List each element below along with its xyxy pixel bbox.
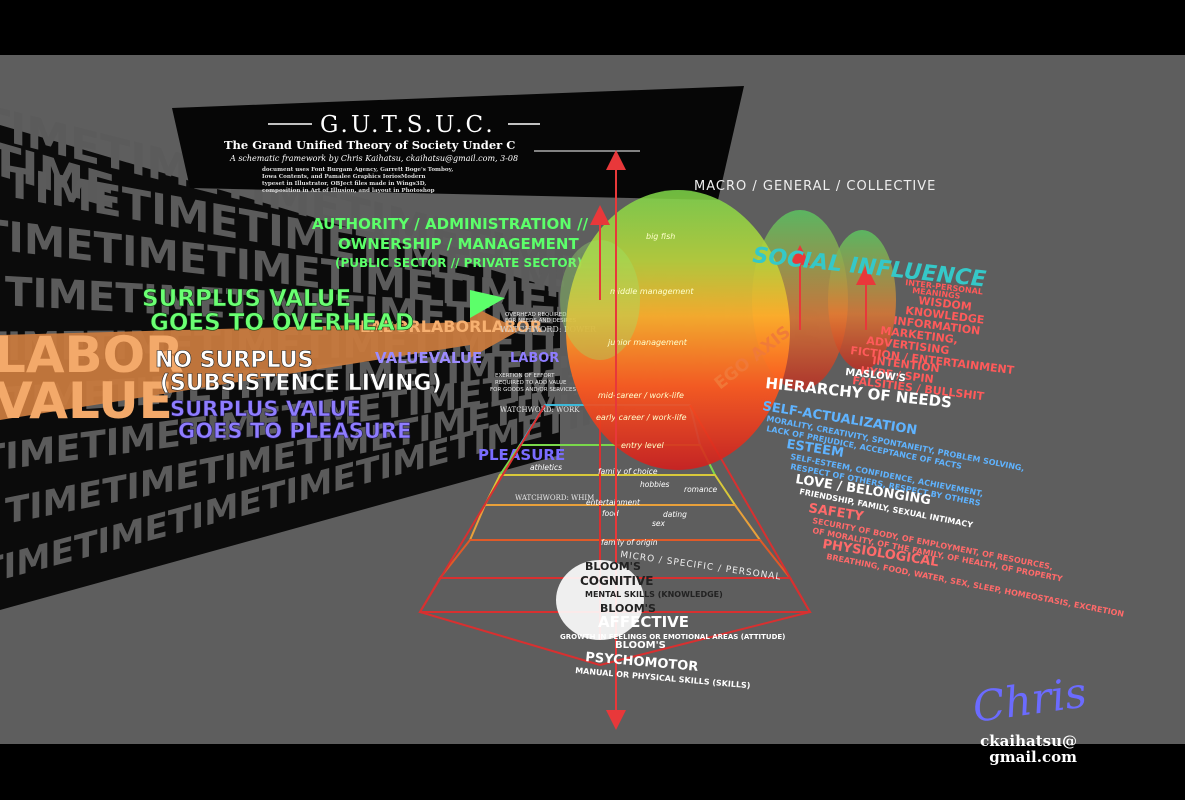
egg-level-mid-career: mid-career / work-life	[598, 391, 684, 400]
surplus-overhead-line2: GOES TO OVERHEAD	[150, 310, 414, 336]
letterbox-top	[0, 0, 1185, 55]
pyramid-word-entertainment: entertainment	[586, 498, 641, 507]
pyramid-word-athletics: athletics	[530, 463, 562, 472]
egg-level-entry-level: entry level	[621, 441, 664, 450]
pyramid-word-romance: romance	[684, 485, 717, 494]
authority-line-3: (PUBLIC SECTOR // PRIVATE SECTOR)	[335, 256, 582, 270]
title-text: G.U.T.S.U.C.	[320, 112, 496, 138]
pyramid-word-dating: dating	[663, 510, 687, 519]
bloom-cognitive-desc: MENTAL SKILLS (KNOWLEDGE)	[585, 590, 723, 599]
egg-level-early-career: early career / work-life	[596, 413, 687, 422]
email-line-1: ckaihatsu@	[980, 732, 1077, 750]
value-big-text: VALUE	[0, 372, 173, 430]
credits-line-3: typeset in Illustrator, OBJect files mad…	[262, 181, 426, 187]
artwork-canvas: TIME TIMETIMETIMETIMETIMETIMETIME TIMETIM…	[0, 55, 1185, 744]
egg-level-middle-management: middle management	[610, 287, 694, 296]
labor-line-3: FOR GOODS AND/OR SERVICES	[490, 387, 577, 393]
pleasure-watchword: WATCHWORD: WHIM	[515, 494, 594, 502]
subtitle-text: The Grand Unified Theory of Society Unde…	[224, 138, 515, 152]
pyramid-word-family-of-origin: family of origin	[601, 538, 658, 547]
labor-line-1: EXERTION OF EFFORT	[495, 373, 555, 379]
pyramid-word-sex: sex	[652, 519, 666, 528]
credits-line-2: Iowa Contents, and Pamalee Graphics Iori…	[262, 174, 425, 180]
authority-line-2: OWNERSHIP / MANAGEMENT	[338, 235, 579, 253]
surplus-pleasure-line2: GOES TO PLEASURE	[178, 419, 411, 443]
signature-glyph: Chris	[970, 667, 1090, 731]
bloom-affective-desc: GROWTH IN FEELINGS OR EMOTIONAL AREAS (A…	[560, 633, 785, 641]
title-panel: G.U.T.S.U.C. The Grand Unified Theory of…	[172, 86, 744, 200]
surplus-overhead-line1: SURPLUS VALUE	[142, 286, 351, 312]
surplus-pleasure-line1: SURPLUS VALUE	[170, 397, 361, 421]
bloom-cognitive-title: BLOOM'S	[585, 560, 641, 573]
byline-text: A schematic framework by Chris Kaihatsu,…	[229, 154, 518, 163]
bloom-affective: AFFECTIVE	[598, 613, 689, 631]
bloom-cognitive: COGNITIVE	[580, 574, 654, 588]
axis-top-label: MACRO / GENERAL / COLLECTIVE	[694, 179, 936, 194]
labor-line-2: REQUIRED TO ADD VALUE	[495, 380, 567, 386]
value-repeat-text: VALUEVALUE	[375, 349, 482, 367]
no-surplus-line2: (SUBSISTENCE LIVING)	[160, 371, 442, 396]
gutsuc-diagram: TIME TIMETIMETIMETIMETIMETIMETIMETIMETIM…	[0, 86, 1125, 732]
pyramid-word-family-of-choice: family of choice	[598, 467, 658, 476]
email-credit: ckaihatsu@ gmail.com	[980, 733, 1077, 765]
signature: Chris	[970, 667, 1090, 731]
credits-line-4: composition in Art of Illusion, and layo…	[262, 188, 435, 194]
no-surplus-line1: NO SURPLUS	[155, 348, 314, 373]
pyramid-word-hobbies: hobbies	[640, 480, 670, 489]
authority-line-1: AUTHORITY / ADMINISTRATION //	[312, 215, 589, 233]
labor-heading: LABOR	[510, 351, 559, 366]
pleasure-heading: PLEASURE	[478, 446, 565, 464]
egg-level-big-fish: big fish	[646, 232, 675, 241]
credits-line-1: document uses Font Burgam Agency, Garret…	[262, 167, 453, 173]
bloom-psychomotor-title: BLOOM'S	[615, 640, 666, 651]
egg-level-junior-management: junior management	[607, 338, 688, 347]
email-line-2: gmail.com	[989, 748, 1077, 766]
